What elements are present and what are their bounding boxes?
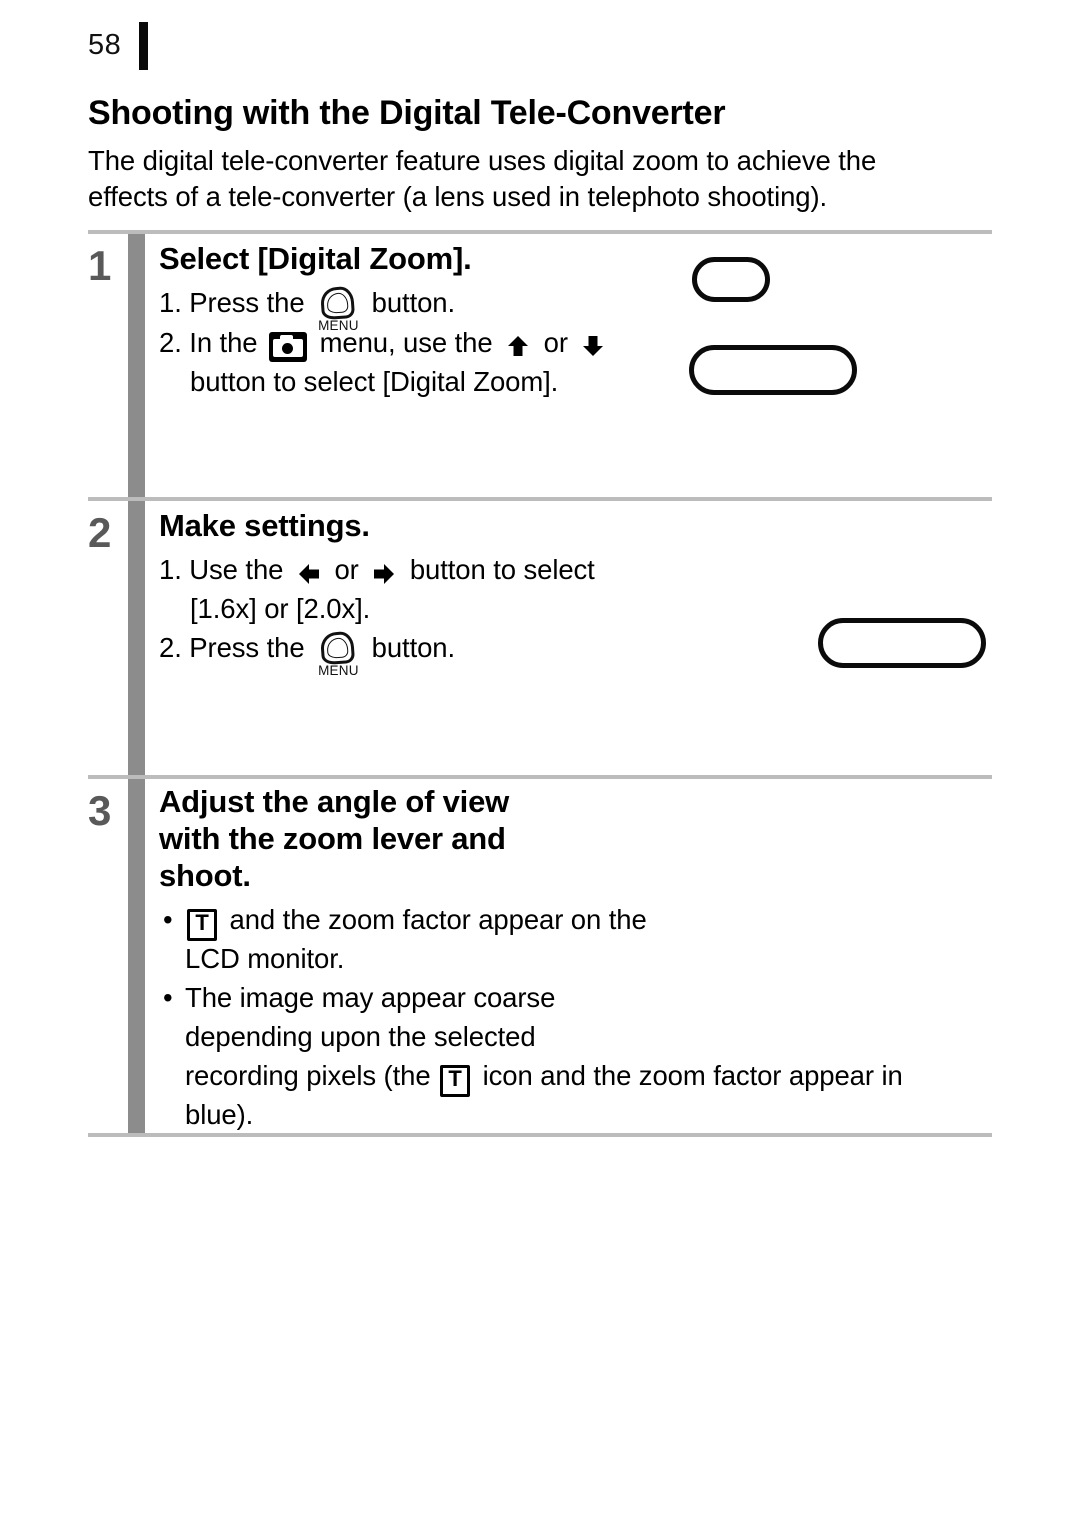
step-1-line-2-text-c: or [543, 326, 568, 358]
step-3-heading-line-2: with the zoom lever and [159, 821, 506, 856]
arrow-left-icon [296, 561, 322, 587]
menu-button-label: MENU [318, 317, 359, 333]
illustration-placeholder-1 [692, 257, 770, 302]
step-3-bullet-2-line-4: blue). [185, 1099, 254, 1130]
step-2-number: 2 [88, 509, 112, 556]
step-1-body: Select [Digital Zoom]. 1. Press the MENU… [159, 240, 611, 401]
arrow-down-icon [580, 333, 606, 359]
step-2-line-1-text-c: button to select [409, 554, 595, 585]
bullet-marker: • [163, 982, 173, 1013]
menu-button-icon: MENU [318, 285, 359, 333]
step-rail [128, 232, 145, 1135]
rec-menu-camera-icon [269, 331, 308, 362]
tele-t-letter: T [195, 909, 209, 935]
step-1-line-2: 2. In the menu, use the or [159, 323, 611, 362]
step-3-heading: Adjust the angle of view with the zoom l… [159, 783, 903, 894]
step-2-line-1-text-a: 1. Use the [159, 554, 284, 585]
menu-button-shape [320, 630, 356, 665]
step-2-body: Make settings. 1. Use the or button to s… [159, 507, 595, 678]
step-1-line-2-text-a: 2. In the [159, 326, 258, 358]
tele-t-icon: T [187, 908, 217, 941]
separator-step1-step2 [88, 497, 992, 501]
step-3-number: 3 [88, 787, 112, 834]
bullet-marker: • [163, 904, 173, 935]
illustration-placeholder-3 [818, 618, 986, 668]
step-2-heading: Make settings. [159, 508, 370, 543]
menu-button-icon: MENU [318, 630, 359, 678]
step-3-body: Adjust the angle of view with the zoom l… [159, 783, 903, 1134]
camera-hump [280, 334, 294, 341]
step-3-bullet-1-text-a: and the zoom factor appear on the [229, 904, 647, 935]
step-2-line-2: [1.6x] or [2.0x]. [190, 593, 371, 624]
illustration-placeholder-2 [689, 345, 857, 395]
step-1-number: 1 [88, 242, 112, 289]
page-number: 58 [88, 29, 122, 61]
separator-top [88, 230, 992, 234]
step-3-bullet-2-text-a: The image may appear coarse [185, 982, 556, 1013]
separator-step2-step3 [88, 775, 992, 779]
step-2-line-3-text-b: button. [371, 632, 456, 663]
step-2-line-1-text-b: or [334, 554, 359, 585]
step-3-bullet-2-line-3: recording pixels (the T icon and the zoo… [159, 1056, 903, 1097]
step-3-bullet-1: • T and the zoom factor appear on the [159, 900, 903, 941]
step-1-line-3: button to select [Digital Zoom]. [190, 365, 559, 397]
intro-line-1: The digital tele-converter feature uses … [88, 145, 877, 176]
step-1-line-1: 1. Press the MENU button. [159, 283, 611, 333]
camera-lens [282, 342, 294, 354]
step-1-line-1-text-a: 1. Press the [159, 287, 305, 318]
arrow-right-icon [371, 561, 397, 587]
step-2-line-3: 2. Press the MENU button. [159, 628, 595, 678]
step-3-bullet-2-line-2: depending upon the selected [185, 1021, 536, 1052]
menu-button-label: MENU [318, 662, 359, 678]
tele-t-letter: T [448, 1065, 462, 1091]
step-3-heading-line-3: shoot. [159, 858, 251, 893]
menu-button-shape [320, 285, 356, 320]
step-3-bullet-2: • The image may appear coarse [159, 978, 903, 1017]
step-1-heading: Select [Digital Zoom]. [159, 241, 472, 276]
page-number-rule [139, 22, 148, 70]
page-title: Shooting with the Digital Tele-Converter [88, 94, 726, 132]
tele-t-icon: T [440, 1064, 471, 1097]
step-2-line-3-text-a: 2. Press the [159, 632, 305, 663]
step-3-heading-line-1: Adjust the angle of view [159, 784, 510, 819]
arrow-up-icon [505, 333, 531, 359]
step-3-bullet-2-text-d: icon and the zoom factor appear in [482, 1060, 903, 1091]
step-1-line-1-text-b: button. [371, 287, 456, 318]
step-3-bullet-1-cont: LCD monitor. [185, 943, 345, 974]
intro-paragraph: The digital tele-converter feature uses … [88, 143, 978, 215]
intro-line-2: effects of a tele-converter (a lens used… [88, 181, 828, 212]
page-header: 58 [88, 22, 1008, 70]
step-2-line-1: 1. Use the or button to select [159, 550, 595, 589]
step-3-bullet-2-text-c: recording pixels (the [185, 1060, 431, 1091]
